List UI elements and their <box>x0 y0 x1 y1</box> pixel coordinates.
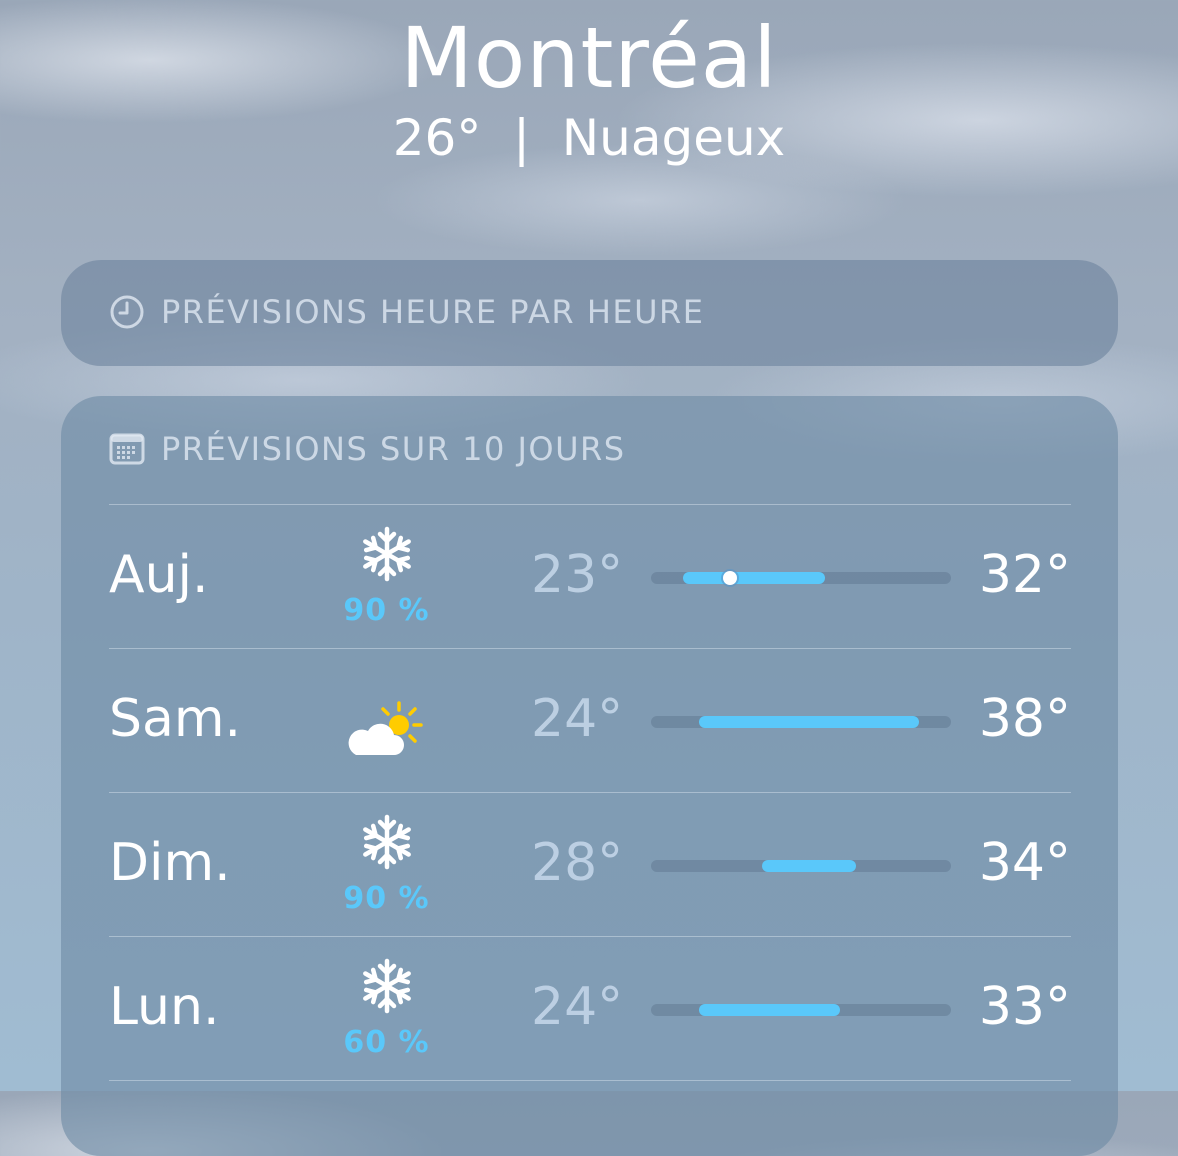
location-header: Montréal 26° | Nuageux <box>0 0 1178 168</box>
low-temperature: 24° <box>531 977 624 1037</box>
high-temperature: 34° <box>978 833 1071 893</box>
hourly-forecast-title: PRÉVISIONS HEURE PAR HEURE <box>161 293 705 331</box>
temperature-range-fill <box>683 572 825 584</box>
weather-icon-cell <box>339 669 434 769</box>
forecast-row-sunday[interactable]: Dim. 90 % 28° 34° <box>109 792 1071 936</box>
weather-icon-cell: 90 % <box>339 813 434 916</box>
day-label: Lun. <box>109 977 220 1037</box>
daily-forecast-header: PRÉVISIONS SUR 10 JOURS <box>109 430 626 468</box>
temperature-range-bar <box>651 716 951 728</box>
partly-sunny-icon <box>348 701 423 755</box>
temperature-range-fill <box>761 860 857 872</box>
city-name: Montréal <box>400 9 778 107</box>
precipitation-chance: 90 % <box>343 881 430 916</box>
day-label: Auj. <box>109 545 209 605</box>
day-label: Sam. <box>109 689 242 749</box>
hourly-forecast-card[interactable]: PRÉVISIONS HEURE PAR HEURE <box>61 260 1118 366</box>
low-temperature: 23° <box>531 545 624 605</box>
current-conditions: 26° | Nuageux <box>392 109 786 167</box>
snowflake-icon <box>362 814 411 870</box>
snowflake-icon <box>362 958 411 1014</box>
calendar-icon <box>109 433 145 465</box>
temperature-range-fill <box>698 716 919 728</box>
daily-forecast-title: PRÉVISIONS SUR 10 JOURS <box>161 430 626 468</box>
temperature-range-bar <box>651 860 951 872</box>
low-temperature: 28° <box>531 833 624 893</box>
weather-icon-cell: 90 % <box>339 525 434 628</box>
high-temperature: 33° <box>978 977 1071 1037</box>
high-temperature: 32° <box>978 545 1071 605</box>
daily-forecast-card[interactable]: PRÉVISIONS SUR 10 JOURS Auj. 90 % 23° 32… <box>61 396 1118 1156</box>
clock-icon <box>110 295 144 329</box>
temperature-range-bar <box>651 571 951 585</box>
precipitation-chance: 90 % <box>343 593 430 628</box>
low-temperature: 24° <box>531 689 624 749</box>
high-temperature: 38° <box>978 689 1071 749</box>
temperature-range-fill <box>698 1004 841 1016</box>
precipitation-chance: 60 % <box>343 1025 430 1060</box>
temperature-range-bar <box>651 1004 951 1016</box>
forecast-row-today[interactable]: Auj. 90 % 23° 32° <box>109 504 1071 648</box>
hourly-forecast-header: PRÉVISIONS HEURE PAR HEURE <box>109 293 704 331</box>
day-label: Dim. <box>109 833 231 893</box>
forecast-row-saturday[interactable]: Sam. 24° 38° <box>109 648 1071 792</box>
forecast-row-monday[interactable]: Lun. 60 % 24° 33° <box>109 936 1071 1080</box>
weather-icon-cell: 60 % <box>339 957 434 1060</box>
snowflake-icon <box>362 526 411 582</box>
daily-forecast-list: Auj. 90 % 23° 32° Sam. 24° 38° Dim. 90 %… <box>109 504 1071 1101</box>
